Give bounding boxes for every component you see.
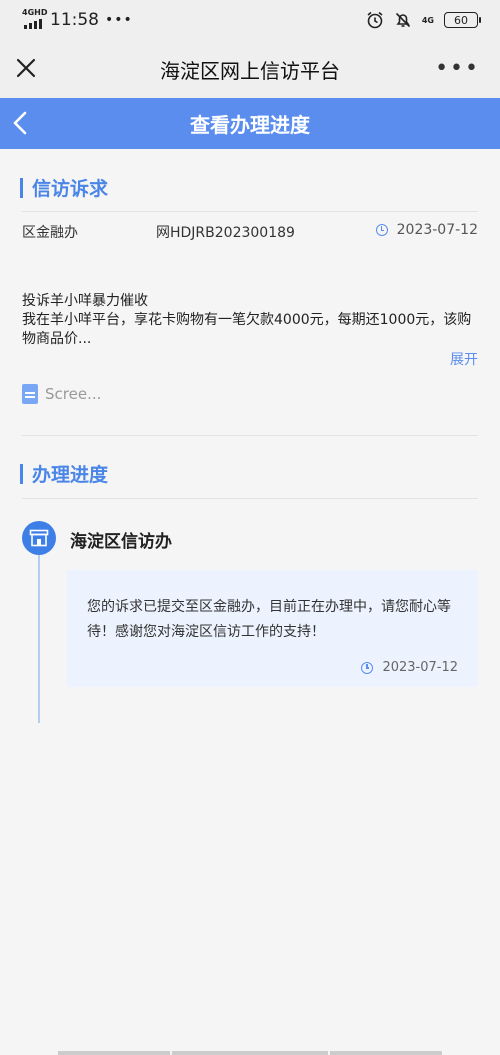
app-title-bar: 海淀区网上信访平台 ••• <box>0 40 500 98</box>
mute-bell-icon <box>395 12 410 28</box>
more-icon[interactable]: ••• <box>435 58 480 80</box>
progress-message-box: 您的诉求已提交至区金融办，目前正在办理中，请您耐心等待！感谢您对海淀区信访工作的… <box>67 570 478 687</box>
progress-date: 2023-07-12 <box>361 660 458 675</box>
petition-code: 网HDJRB202300189 <box>156 225 295 241</box>
battery-level: 60 <box>454 13 468 27</box>
file-icon <box>22 384 38 404</box>
divider <box>22 435 478 436</box>
progress-date-text: 2023-07-12 <box>382 660 458 675</box>
petition-content: 我在羊小咩平台，享花卡购物有一笔欠款4000元，每期还1000元，该购物商品价.… <box>22 312 472 347</box>
signal-4g-label: 4G <box>421 15 434 25</box>
section-title-progress: 办理进度 <box>20 460 108 487</box>
clock-icon <box>375 224 388 236</box>
office-name: 海淀区信访办 <box>70 532 172 552</box>
petition-date: 2023-07-12 <box>375 222 478 238</box>
attachment-name: Scree... <box>45 385 102 403</box>
network-label: 4GHD <box>22 8 48 17</box>
close-icon[interactable] <box>14 56 38 80</box>
petition-department: 区金融办 <box>22 225 78 241</box>
page-header: 查看办理进度 <box>0 98 500 149</box>
status-right-icons: 4G 60 <box>366 11 481 29</box>
petition-info-row: 区金融办 网HDJRB202300189 2023-07-12 <box>22 222 478 242</box>
page-title: 查看办理进度 <box>190 113 310 137</box>
status-more-dots: ••• <box>105 12 133 28</box>
office-building-icon <box>29 529 49 547</box>
expand-link[interactable]: 展开 <box>450 349 478 369</box>
signal-bars-icon <box>24 19 42 29</box>
back-icon[interactable] <box>8 110 34 136</box>
divider <box>22 498 478 499</box>
status-bar: 4GHD 11:58 ••• 4G 60 <box>0 0 500 40</box>
petition-subject: 投诉羊小咩暴力催收 <box>22 293 148 309</box>
section-title-text: 办理进度 <box>32 464 109 486</box>
alarm-icon <box>367 11 383 29</box>
section-title-petition: 信访诉求 <box>20 174 108 201</box>
divider <box>22 211 478 212</box>
battery-icon: 60 <box>444 12 481 28</box>
bottom-nav-strip <box>0 1049 500 1055</box>
petition-date-text: 2023-07-12 <box>396 222 478 238</box>
progress-message: 您的诉求已提交至区金融办，目前正在办理中，请您耐心等待！感谢您对海淀区信访工作的… <box>87 599 451 640</box>
app-title: 海淀区网上信访平台 <box>160 58 340 83</box>
petition-description: 投诉羊小咩暴力催收 我在羊小咩平台，享花卡购物有一笔欠款4000元，每期还100… <box>22 292 482 349</box>
attachment-item[interactable]: Scree... <box>22 384 101 404</box>
clock-icon <box>361 661 374 674</box>
section-title-text: 信访诉求 <box>32 178 109 200</box>
timeline-line <box>38 555 40 723</box>
network-indicator: 4GHD <box>22 8 48 31</box>
section-accent-bar <box>20 177 23 198</box>
timeline-node <box>22 521 56 555</box>
section-accent-bar <box>20 463 23 484</box>
status-time: 11:58 <box>50 10 99 30</box>
